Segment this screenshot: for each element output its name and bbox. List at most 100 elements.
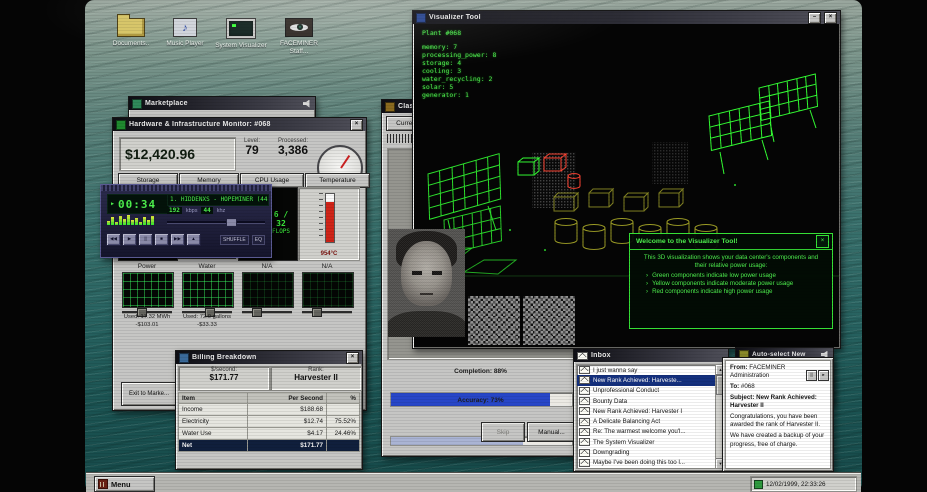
to-label: To: [730, 383, 740, 391]
desktop-icon-label: Documents.. [112, 40, 150, 47]
close-icon[interactable]: × [816, 235, 829, 248]
inbox-item[interactable]: Re: The warmest welcome you'l... [577, 427, 715, 437]
stat-line: solar: 5 [422, 83, 454, 91]
inbox-titlebar[interactable]: Inbox [574, 349, 728, 362]
table-row: Water Use $4.17 24.46% [178, 428, 360, 440]
close-icon[interactable]: × [350, 118, 363, 131]
volume-slider[interactable] [167, 218, 265, 227]
inbox-item[interactable]: A Delicate Balancing Act [577, 416, 715, 426]
envelope-icon [579, 438, 590, 447]
minimize-icon[interactable]: – [808, 11, 821, 24]
speaker-icon[interactable] [303, 99, 310, 108]
eye-icon [285, 18, 313, 37]
bullet-icon: › [646, 279, 649, 287]
faceminer-logo-icon [98, 479, 108, 489]
inbox-item[interactable]: Downgrading [577, 447, 715, 457]
email-body-paragraph: Congratulations, you have been awarded t… [730, 413, 821, 429]
menu-button[interactable]: Menu [94, 476, 155, 492]
billing-table: Item Per Second % Income $188.68 Electri… [178, 392, 360, 452]
inbox-item[interactable]: Unprofessional Conduct [577, 386, 715, 396]
shuffle-toggle[interactable]: SHUFFLE [219, 235, 249, 245]
eq-toggle[interactable]: EQ [251, 235, 265, 245]
inbox-item[interactable]: Maybe I've been doing this too l... [577, 458, 715, 468]
cell-percent [327, 440, 360, 452]
inbox-window: Inbox I just wanna say New Rank Achieved… [573, 348, 729, 472]
visualizer-titlebar[interactable]: Visualizer Tool – × [413, 11, 840, 24]
track-title-marquee: 1. HIDDENXS - HOPEMINER (44:57) [167, 194, 269, 206]
inbox-item[interactable]: Bounty Data [577, 396, 715, 406]
close-icon[interactable]: × [824, 11, 837, 24]
accuracy-label: Accuracy: 73% [457, 397, 504, 404]
transport-controls: ◀◀ ▶ || ■ ▶▶ ▲ [106, 233, 201, 246]
desktop-icon-system-visualizer[interactable]: System Visualizer [214, 18, 268, 50]
hardware-monitor-titlebar[interactable]: Hardware & Infrastructure Monitor: #068 … [113, 118, 366, 131]
dialog-titlebar[interactable]: Welcome to the Visualizer Tool! × [630, 234, 832, 250]
water-used: Used: 72.0 gallons [182, 314, 232, 320]
na-graph [302, 272, 354, 308]
tab-temperature[interactable]: Temperature [305, 173, 370, 188]
exit-to-marketplace-button[interactable]: Exit to Marke... [121, 382, 177, 406]
per-second-value: $171.77 [209, 373, 239, 382]
volume-knob[interactable] [225, 218, 237, 227]
completion-label: Completion: 88% [454, 368, 507, 375]
email-pane-controls: || ▸ [806, 370, 829, 381]
bullet-text: Yellow components indicate moderate powe… [652, 279, 794, 287]
thermometer-fill [326, 201, 334, 242]
billing-icon [179, 352, 189, 363]
na-slider[interactable] [242, 308, 292, 317]
music-note-icon: ♪ [173, 18, 197, 37]
marketplace-icon [132, 98, 142, 109]
face-shoulders [388, 311, 465, 337]
inbox-item-subject: Maybe I've been doing this too l... [593, 459, 685, 467]
data-matrix-block [523, 296, 575, 345]
crt-monitor: Documents.. ♪ Music Player System Visual… [0, 0, 927, 492]
power-usage: Used: 17.32 MWh -$103.01 [118, 314, 176, 329]
inbox-item-subject: Bounty Data [593, 397, 628, 405]
na-slider[interactable] [302, 308, 352, 317]
desktop-icon-documents[interactable]: Documents.. [104, 14, 158, 48]
desktop-icon-label: System Visualizer [215, 42, 267, 49]
temperature-value: 954°C [320, 251, 338, 257]
na-slider-knob[interactable] [312, 308, 322, 317]
stop-button[interactable]: ■ [154, 233, 169, 246]
bitrate-value: 192 [167, 207, 182, 214]
marketplace-titlebar[interactable]: Marketplace [129, 97, 315, 110]
thermometer-ticks [319, 193, 323, 241]
inbox-item-selected[interactable]: New Rank Achieved: Harveste... [577, 375, 715, 386]
email-to-line: To: #068 [730, 383, 826, 391]
processed-stat: Processed: 3,386 [271, 138, 315, 157]
desktop-icon-music-player[interactable]: ♪ Music Player [158, 18, 212, 48]
rank-cell: Rank: Harvester II [270, 366, 362, 391]
level-value: 79 [245, 143, 259, 157]
pause-button[interactable]: || [806, 370, 817, 381]
inbox-title: Inbox [591, 352, 611, 359]
eject-button[interactable]: ▲ [186, 233, 201, 246]
to-value: #068 [740, 383, 755, 391]
water-graph [182, 272, 234, 308]
stat-line: memory: 7 [422, 43, 458, 51]
play-button[interactable]: ▶ [122, 233, 137, 246]
manual-button[interactable]: Manual... [527, 422, 576, 442]
email-subject-line: Subject: New Rank Achieved: Harvester II [730, 394, 826, 410]
na-slider-knob[interactable] [252, 308, 262, 317]
inbox-item[interactable]: New Rank Achieved: Harvester I [577, 406, 715, 416]
next-button[interactable]: ▶▶ [170, 233, 185, 246]
inbox-list[interactable]: I just wanna say New Rank Achieved: Harv… [576, 364, 716, 469]
envelope-icon [579, 376, 590, 385]
skip-button[interactable]: Skip [481, 422, 525, 442]
billing-titlebar[interactable]: Billing Breakdown × [176, 351, 362, 364]
inbox-item-subject: New Rank Achieved: Harvester I [593, 407, 683, 415]
inbox-item[interactable]: I just wanna say [577, 365, 715, 375]
table-row: Income $188.68 [178, 404, 360, 416]
pause-button[interactable]: || [138, 233, 153, 246]
bullet-icon: › [646, 287, 649, 295]
monitor-icon [226, 18, 256, 39]
desktop-icon-faceminer-staff[interactable]: FACEMINER Staff... [272, 18, 326, 56]
visualizer-title: Visualizer Tool [429, 14, 481, 21]
from-label: From: [730, 364, 748, 371]
close-icon[interactable]: × [346, 351, 359, 364]
inbox-item[interactable]: The System Visualizer [577, 437, 715, 447]
previous-button[interactable]: ◀◀ [106, 233, 121, 246]
player-titlebar[interactable] [101, 185, 271, 191]
advance-button[interactable]: ▸ [818, 370, 829, 381]
